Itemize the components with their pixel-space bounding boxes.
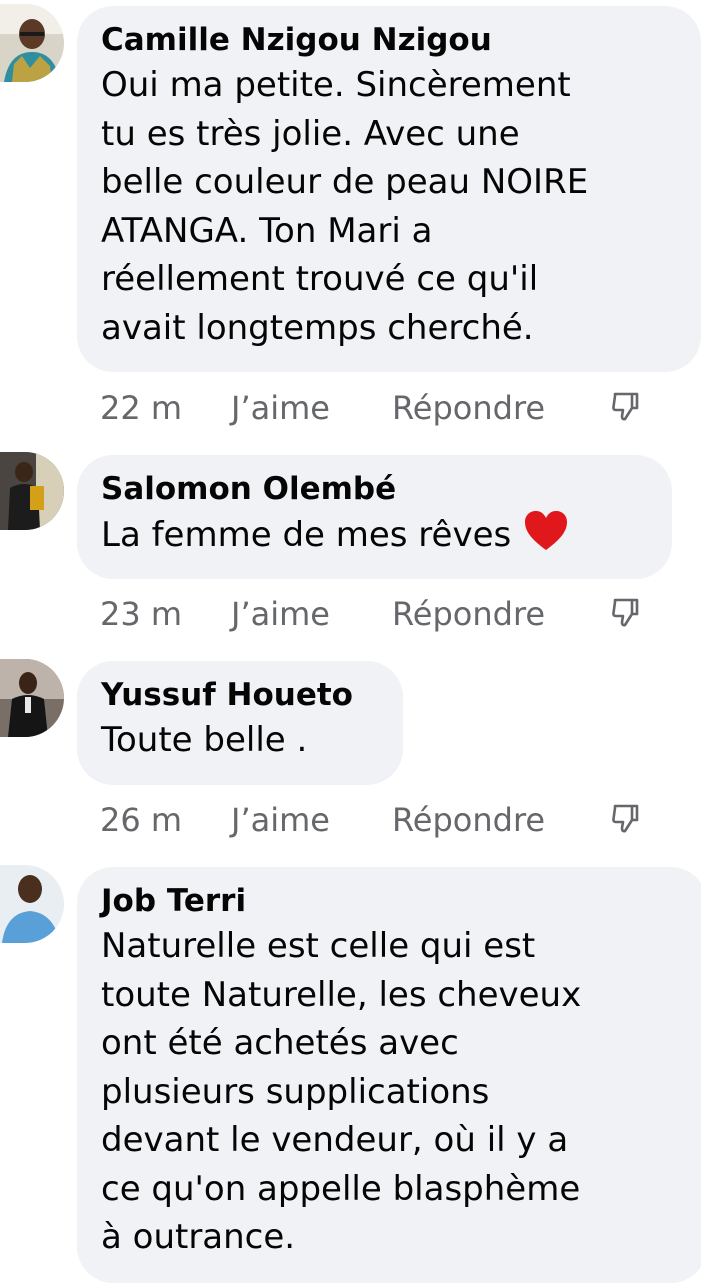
like-button[interactable]: J’aime (231, 594, 330, 634)
avatar-yussuf[interactable] (0, 659, 64, 737)
thumbs-down-icon[interactable] (610, 596, 640, 639)
comment-time[interactable]: 22 m (100, 388, 182, 428)
comment-line: à outrance. (101, 1217, 296, 1257)
comment-author[interactable]: Yussuf Houeto (101, 677, 381, 713)
comment-author[interactable]: Salomon Olembé (101, 471, 650, 507)
red-heart-icon (523, 510, 569, 566)
comment-text: La femme de mes rêves (101, 510, 650, 566)
comment-author[interactable]: Job Terri (101, 883, 685, 919)
comment-line: réellement trouvé ce qu'il (101, 259, 539, 299)
reply-button[interactable]: Répondre (392, 388, 545, 428)
comment-line: devant le vendeur, où il y a (101, 1120, 569, 1160)
comment-time[interactable]: 23 m (100, 594, 182, 634)
comment-bubble: Yussuf Houeto Toute belle . (77, 661, 403, 785)
thumbs-down-icon[interactable] (610, 802, 640, 845)
reply-button[interactable]: Répondre (392, 594, 545, 634)
like-button[interactable]: J’aime (231, 800, 330, 840)
comment-line: ont été achetés avec (101, 1023, 459, 1063)
comment-line: avait longtemps cherché. (101, 307, 534, 348)
thumbs-down-icon[interactable] (610, 390, 640, 433)
reply-button[interactable]: Répondre (392, 800, 545, 840)
comment-time[interactable]: 26 m (100, 800, 182, 840)
comment-text: Toute belle . (101, 716, 381, 765)
comment-line: plusieurs supplications (101, 1071, 490, 1112)
comment-line: Oui ma petite. Sincèrement (101, 65, 571, 105)
comment-actions: 26 m J’aime Répondre (100, 800, 701, 840)
comment-line: Toute belle . (101, 720, 308, 760)
comment-text: Oui ma petite. Sincèrement tu es très jo… (101, 61, 679, 352)
comment-line: belle couleur de peau NOIRE (101, 162, 589, 202)
avatar-camille[interactable] (0, 4, 64, 82)
comment-line: Naturelle est celle qui est (101, 926, 536, 966)
comment-line: toute Naturelle, les cheveux (101, 974, 582, 1015)
comment-bubble: Job Terri Naturelle est celle qui est to… (77, 867, 701, 1283)
comment-bubble: Salomon Olembé La femme de mes rêves (77, 455, 672, 579)
comment-author[interactable]: Camille Nzigou Nzigou (101, 22, 679, 58)
like-button[interactable]: J’aime (231, 388, 330, 428)
comment-line: tu es très jolie. Avec une (101, 113, 520, 154)
comment-actions: 23 m J’aime Répondre (100, 594, 701, 634)
avatar-salomon[interactable] (0, 452, 64, 530)
comment-line: ATANGA. Ton Mari a (101, 210, 433, 251)
comment-line: La femme de mes rêves (101, 515, 512, 555)
comment-text: Naturelle est celle qui est toute Nature… (101, 922, 685, 1262)
comment-actions: 22 m J’aime Répondre (100, 388, 701, 428)
comment-line: ce qu'on appelle blasphème (101, 1168, 581, 1209)
comment-bubble: Camille Nzigou Nzigou Oui ma petite. Sin… (77, 6, 701, 372)
avatar-job[interactable] (0, 865, 64, 943)
